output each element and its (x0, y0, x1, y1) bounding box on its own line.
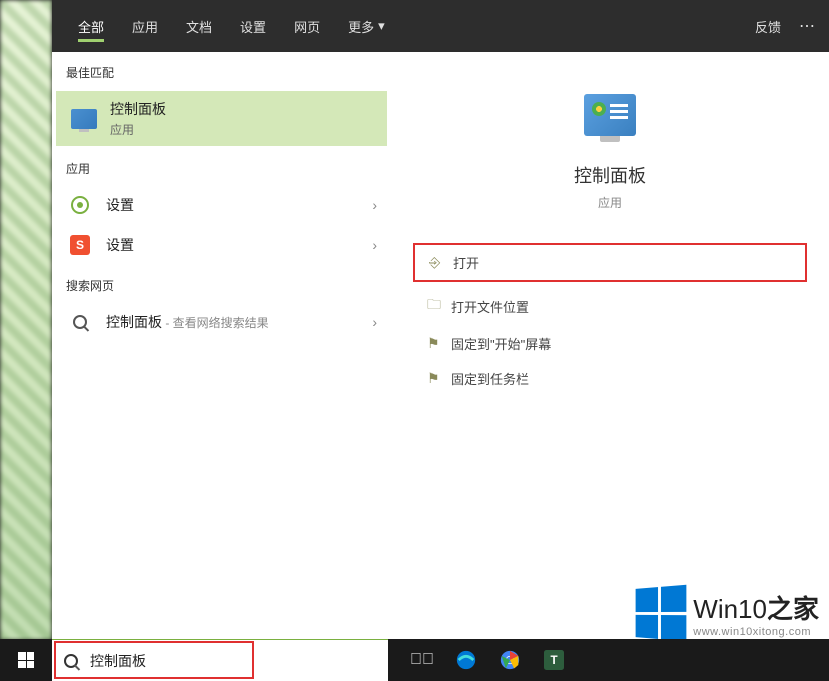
results-column: 最佳匹配 控制面板 应用 应用 设置 › S 设置 › 搜索网页 (52, 52, 391, 640)
result-settings-1[interactable]: 设置 › (52, 185, 391, 225)
section-web: 搜索网页 (52, 265, 391, 302)
action-label: 固定到"开始"屏幕 (451, 334, 551, 353)
gear-icon (71, 196, 89, 214)
result-web-search[interactable]: 控制面板 - 查看网络搜索结果 › (52, 302, 391, 342)
more-options-icon[interactable]: ⋯ (799, 16, 817, 36)
section-best-match: 最佳匹配 (52, 52, 391, 89)
feedback-link[interactable]: 反馈 (755, 17, 781, 36)
control-panel-icon (71, 109, 97, 129)
action-label: 打开 (453, 253, 479, 272)
detail-subtitle: 应用 (413, 194, 807, 211)
detail-panel: 控制面板 应用 ⎆ 打开 🗀 打开文件位置 ⚑ 固定到"开始"屏幕 (401, 64, 819, 464)
taskbar: ▢⃞ T (0, 639, 829, 681)
taskbar-app-icon[interactable]: T (542, 648, 566, 672)
tab-apps[interactable]: 应用 (118, 0, 172, 52)
search-panel: 全部 应用 文档 设置 网页 更多 ▾ 反馈 ⋯ 最佳匹配 控制面板 应用 应用 (52, 0, 829, 640)
result-title: 控制面板 (110, 99, 373, 119)
action-label: 打开文件位置 (451, 297, 529, 316)
action-open[interactable]: ⎆ 打开 (413, 243, 807, 282)
result-subtitle: 应用 (110, 121, 373, 138)
start-button[interactable] (0, 639, 52, 681)
search-icon (64, 654, 78, 668)
result-title: 设置 (106, 235, 372, 255)
open-icon: ⎆ (429, 254, 453, 271)
action-pin-taskbar[interactable]: ⚑ 固定到任务栏 (413, 361, 807, 396)
taskbar-search-box[interactable] (52, 639, 388, 681)
edge-icon[interactable] (454, 648, 478, 672)
chrome-icon[interactable] (498, 648, 522, 672)
action-open-location[interactable]: 🗀 打开文件位置 (413, 286, 807, 326)
section-apps: 应用 (52, 148, 391, 185)
pin-icon: ⚑ (427, 335, 451, 352)
action-label: 固定到任务栏 (451, 369, 529, 388)
chevron-right-icon: › (372, 237, 377, 253)
tab-docs[interactable]: 文档 (172, 0, 226, 52)
result-settings-2[interactable]: S 设置 › (52, 225, 391, 265)
sogou-icon: S (70, 235, 90, 255)
tab-web[interactable]: 网页 (280, 0, 334, 52)
search-input[interactable] (90, 653, 376, 669)
tab-more-label: 更多 (348, 17, 374, 36)
tabs-header: 全部 应用 文档 设置 网页 更多 ▾ 反馈 ⋯ (52, 0, 829, 52)
tab-settings[interactable]: 设置 (226, 0, 280, 52)
result-control-panel[interactable]: 控制面板 应用 (56, 91, 387, 146)
tab-more[interactable]: 更多 ▾ (334, 0, 399, 52)
result-title: 设置 (106, 195, 372, 215)
search-icon (73, 315, 87, 329)
detail-column: 控制面板 应用 ⎆ 打开 🗀 打开文件位置 ⚑ 固定到"开始"屏幕 (391, 52, 829, 640)
tab-all[interactable]: 全部 (64, 0, 118, 52)
chevron-down-icon: ▾ (378, 18, 385, 34)
action-pin-start[interactable]: ⚑ 固定到"开始"屏幕 (413, 326, 807, 361)
control-panel-large-icon (584, 94, 636, 136)
result-title: 控制面板 - 查看网络搜索结果 (106, 312, 372, 332)
chevron-right-icon: › (372, 197, 377, 213)
chevron-right-icon: › (372, 314, 377, 330)
detail-title: 控制面板 (413, 162, 807, 188)
action-list: ⎆ 打开 🗀 打开文件位置 ⚑ 固定到"开始"屏幕 ⚑ 固定到任务栏 (413, 243, 807, 396)
task-view-button[interactable]: ▢⃞ (410, 648, 434, 672)
pin-icon: ⚑ (427, 370, 451, 387)
folder-icon: 🗀 (427, 294, 451, 318)
windows-start-icon (18, 652, 34, 668)
desktop-background (0, 0, 52, 640)
svg-text:T: T (550, 654, 557, 667)
